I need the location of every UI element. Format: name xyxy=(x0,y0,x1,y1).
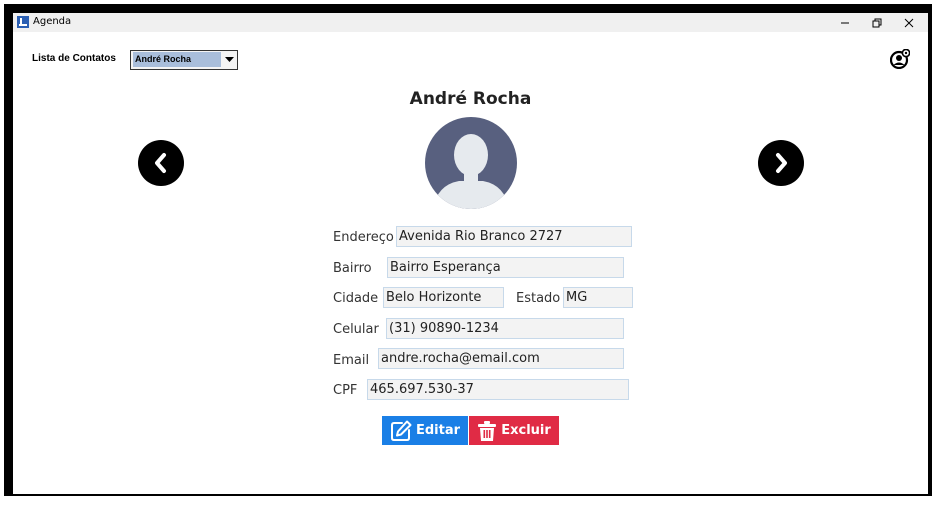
address-field[interactable]: Avenida Rio Branco 2727 xyxy=(396,226,632,247)
email-field[interactable]: andre.rocha@email.com xyxy=(378,348,624,369)
neighborhood-label: Bairro xyxy=(333,261,372,276)
avatar xyxy=(425,117,517,209)
app-icon xyxy=(17,16,29,28)
delete-button-label: Excluir xyxy=(501,423,551,438)
restore-button[interactable] xyxy=(861,13,893,32)
app-window: Agenda Lista de Contatos André Rocha And… xyxy=(13,13,928,494)
contact-name-heading: André Rocha xyxy=(409,89,532,109)
contact-list-label: Lista de Contatos xyxy=(32,53,116,64)
state-label: Estado xyxy=(516,291,561,306)
cpf-field[interactable]: 465.697.530-37 xyxy=(367,379,629,400)
window-title: Agenda xyxy=(33,16,72,27)
chevron-left-icon xyxy=(155,153,166,173)
close-icon xyxy=(904,18,914,27)
address-label: Endereço xyxy=(333,230,394,245)
window-frame: Agenda Lista de Contatos André Rocha And… xyxy=(4,4,932,496)
phone-label: Celular xyxy=(333,322,379,337)
edit-icon xyxy=(390,420,412,441)
next-contact-button[interactable] xyxy=(758,140,804,186)
user-settings-icon[interactable] xyxy=(890,49,910,69)
email-label: Email xyxy=(333,353,370,368)
minimize-button[interactable] xyxy=(829,13,861,32)
contact-list-selected: André Rocha xyxy=(133,52,221,67)
edit-button-label: Editar xyxy=(415,423,461,438)
delete-button[interactable]: Excluir xyxy=(469,416,559,445)
previous-contact-button[interactable] xyxy=(138,140,184,186)
phone-field[interactable]: (31) 90890-1234 xyxy=(386,318,624,339)
neighborhood-field[interactable]: Bairro Esperança xyxy=(387,257,624,278)
city-field[interactable]: Belo Horizonte xyxy=(383,287,504,308)
trash-icon xyxy=(478,420,497,441)
city-label: Cidade xyxy=(333,291,379,306)
chevron-right-icon xyxy=(776,153,787,173)
close-button[interactable] xyxy=(893,13,925,32)
dropdown-arrow-icon[interactable] xyxy=(222,52,236,67)
restore-icon xyxy=(872,18,882,27)
edit-button[interactable]: Editar xyxy=(382,416,468,445)
contact-list-dropdown[interactable]: André Rocha xyxy=(130,50,238,70)
title-bar: Agenda xyxy=(13,13,928,32)
state-field[interactable]: MG xyxy=(563,287,633,308)
minimize-icon xyxy=(841,22,849,23)
cpf-label: CPF xyxy=(333,383,358,398)
